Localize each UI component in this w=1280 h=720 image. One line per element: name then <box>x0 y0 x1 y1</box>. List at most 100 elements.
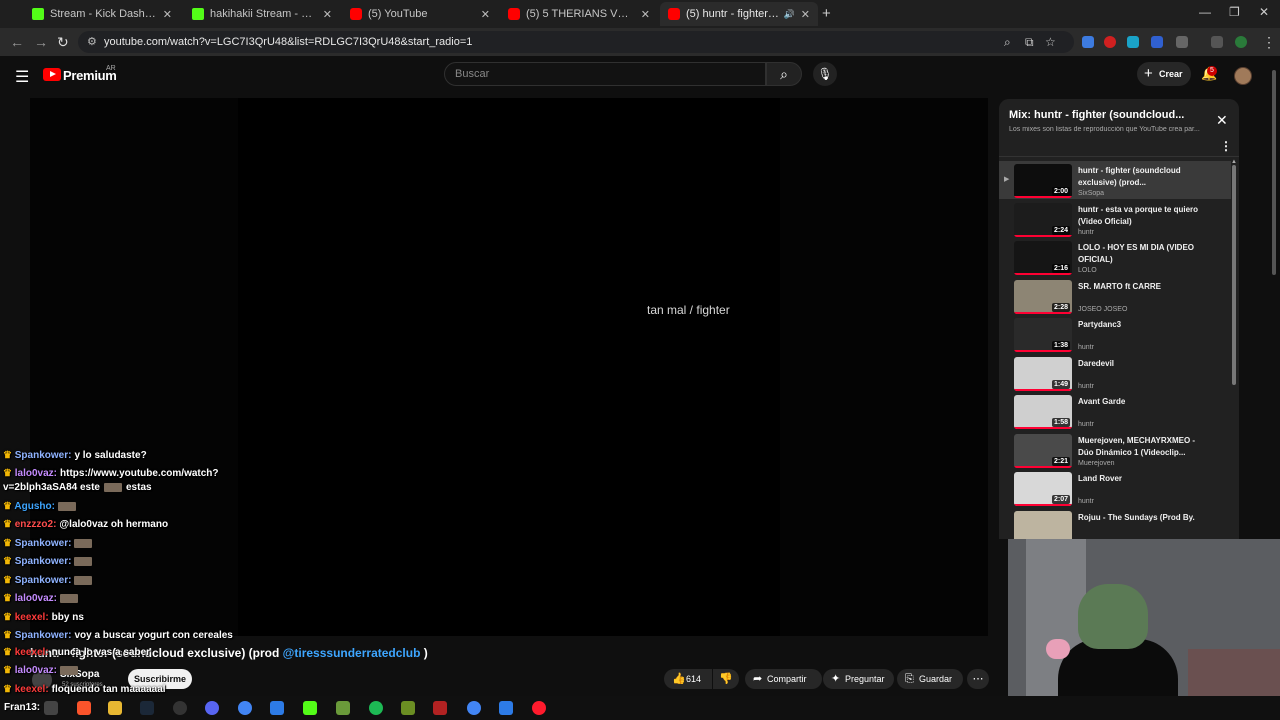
more-options-icon[interactable]: ⋮ <box>1220 139 1232 153</box>
kick-icon[interactable] <box>303 701 317 715</box>
obs-icon[interactable] <box>173 701 187 715</box>
playlist-item[interactable]: Rojuu - The Sundays (Prod By. <box>999 508 1231 539</box>
playlist-title[interactable]: Mix: huntr - fighter (soundcloud... <box>1009 109 1184 121</box>
search-button[interactable]: ⌕ <box>766 62 802 86</box>
save-button[interactable]: ⎘ Guardar <box>897 669 963 689</box>
close-icon[interactable]: ✕ <box>641 8 650 21</box>
page-scrollbar[interactable] <box>1272 70 1276 275</box>
playlist-thumbnail[interactable]: 2:00 <box>1014 164 1072 198</box>
playlist-thumbnail[interactable]: 1:38 <box>1014 318 1072 352</box>
app-icon[interactable] <box>499 701 513 715</box>
playlist-thumbnail[interactable] <box>1014 510 1072 539</box>
browser-tab[interactable]: (5) 5 THERIANS VS 2 IMPOSTOR ✕ <box>500 2 658 26</box>
playlist-item[interactable]: 2:21 Muerejoven, MECHAYRXMEO - Dúo Dinámi… <box>999 431 1231 469</box>
voicemeeter-icon[interactable] <box>433 701 447 715</box>
video-title-mention-link[interactable]: @tiresssunderratedclub <box>283 646 421 660</box>
webcam-plush <box>1046 639 1070 659</box>
chat-message: ♛ Spankower: y lo saludaste? <box>3 450 147 461</box>
playlist-item-title: Daredevil <box>1078 358 1115 368</box>
menu-icon[interactable]: ☰ <box>15 67 29 87</box>
minecraft-icon[interactable] <box>336 701 350 715</box>
extension-icon[interactable] <box>1127 36 1139 48</box>
back-icon[interactable]: ← <box>10 34 24 50</box>
create-button[interactable]: + Crear <box>1137 62 1191 86</box>
video-title-suffix: ) <box>420 646 428 660</box>
playlist-thumbnail[interactable]: 2:07 <box>1014 472 1072 506</box>
close-icon[interactable]: ✕ <box>1216 112 1228 129</box>
close-icon[interactable]: ✕ <box>801 8 810 21</box>
playlist-thumbnail[interactable]: 2:28 <box>1014 279 1072 314</box>
close-icon[interactable]: ✕ <box>163 8 172 21</box>
like-button[interactable]: 👍 614 <box>664 669 712 689</box>
search-input[interactable]: Buscar <box>444 62 766 86</box>
extension-icon[interactable] <box>1082 36 1094 48</box>
playlist-thumbnail[interactable]: 1:49 <box>1014 356 1072 391</box>
discord-icon[interactable] <box>205 701 219 715</box>
reload-icon[interactable]: ↻ <box>57 34 69 51</box>
playlist-item[interactable]: 1:58 Avant Garde huntr <box>999 392 1231 430</box>
youtube-logo-icon[interactable] <box>43 68 61 81</box>
app-icon[interactable] <box>270 701 284 715</box>
site-info-icon[interactable]: ⚙ <box>87 35 97 48</box>
chat-message: ♛ lalo0vaz: <box>3 593 78 604</box>
dislike-button[interactable]: 👎 <box>713 669 739 689</box>
chrome-icon[interactable] <box>238 701 252 715</box>
thumbs-down-icon: 👎 <box>719 673 733 685</box>
opera-icon[interactable] <box>532 701 546 715</box>
playlist-item[interactable]: 2:16 LOLO - HOY ES MI DIA (VIDEO OFICIAL)… <box>999 238 1231 276</box>
restore-icon[interactable]: ❐ <box>1229 5 1240 19</box>
avatar[interactable] <box>1234 67 1252 85</box>
new-tab-button[interactable]: + <box>822 5 831 22</box>
file-explorer-icon[interactable] <box>108 701 122 715</box>
chat-username: Spankower: <box>14 575 72 586</box>
playlist-item[interactable]: 1:38 Partydanc3 huntr <box>999 315 1231 353</box>
playlist-thumbnail[interactable]: 2:21 <box>1014 433 1072 468</box>
minimize-icon[interactable]: — <box>1199 5 1211 19</box>
webcam-frog-mask <box>1078 584 1148 649</box>
close-icon[interactable]: ✕ <box>323 8 332 21</box>
playlist-item[interactable]: 2:24 huntr - esta va porque te quiero (Vi… <box>999 200 1231 238</box>
browser-tab[interactable]: Stream - Kick Dashboard ✕ <box>24 2 180 26</box>
profile-icon[interactable] <box>1235 36 1247 48</box>
chrome-icon[interactable] <box>467 701 481 715</box>
chat-text: https://www.youtube.com/watch? <box>60 468 219 479</box>
playlist-item[interactable]: 2:07 Land Rover huntr <box>999 469 1231 507</box>
speaker-icon[interactable]: 🔊 <box>784 9 795 20</box>
steam-icon[interactable] <box>140 701 154 715</box>
playlist-item[interactable]: 2:28 SR. MARTO ft CARRE JOSEO JOSEO <box>999 277 1231 315</box>
address-bar[interactable]: ⚙ youtube.com/watch?v=LGC7I3QrU48&list=R… <box>78 31 1074 53</box>
ask-button[interactable]: ✦ Preguntar <box>823 669 894 689</box>
more-actions-button[interactable]: ⋯ <box>967 669 989 689</box>
browser-menu-icon[interactable]: ⋮ <box>1262 34 1276 51</box>
playlist-item[interactable]: 1:49 Daredevil huntr <box>999 354 1231 392</box>
playlist-item-title: Avant Garde <box>1078 397 1126 406</box>
crown-badge-icon: ♛ <box>3 556 15 567</box>
app-icon[interactable] <box>401 701 415 715</box>
close-icon[interactable]: ✕ <box>481 8 490 21</box>
playlist-scrollbar[interactable] <box>1232 165 1236 385</box>
playlist-item[interactable]: ▶ 2:00 huntr - fighter (soundcloud exclusi… <box>999 161 1231 199</box>
extension-icon[interactable] <box>1104 36 1116 48</box>
share-button[interactable]: ➦ Compartir <box>745 669 822 689</box>
spotify-icon[interactable] <box>369 701 383 715</box>
voice-search-button[interactable]: 🎙 <box>813 62 837 86</box>
window-close-icon[interactable]: ✕ <box>1259 5 1269 19</box>
bookmark-star-icon[interactable]: ☆ <box>1045 35 1056 49</box>
forward-icon[interactable]: → <box>34 34 48 50</box>
media-control-icon[interactable] <box>1211 36 1223 48</box>
zoom-icon[interactable]: ⌕ <box>1004 35 1011 50</box>
playlist-thumbnail[interactable]: 2:24 <box>1014 202 1072 237</box>
browser-tab-active[interactable]: (5) huntr - fighter (soundcl 🔊 ✕ <box>660 2 818 26</box>
browser-tab[interactable]: (5) YouTube ✕ <box>342 2 498 26</box>
crown-badge-icon: ♛ <box>3 519 15 530</box>
browser-tab[interactable]: hakihakii Stream - Watch Live o ✕ <box>184 2 340 26</box>
brave-browser-icon[interactable] <box>77 701 91 715</box>
extensions-puzzle-icon[interactable] <box>1176 36 1188 48</box>
playlist-thumbnail[interactable]: 2:16 <box>1014 241 1072 275</box>
extension-icon[interactable] <box>1151 36 1163 48</box>
playlist-thumbnail[interactable]: 1:58 <box>1014 395 1072 429</box>
microphone-icon: 🎙 <box>817 67 833 81</box>
cast-icon[interactable]: ⧉ <box>1025 35 1034 50</box>
search-icon[interactable] <box>44 701 58 715</box>
playlist-item-channel: SixSopa <box>1078 190 1105 197</box>
